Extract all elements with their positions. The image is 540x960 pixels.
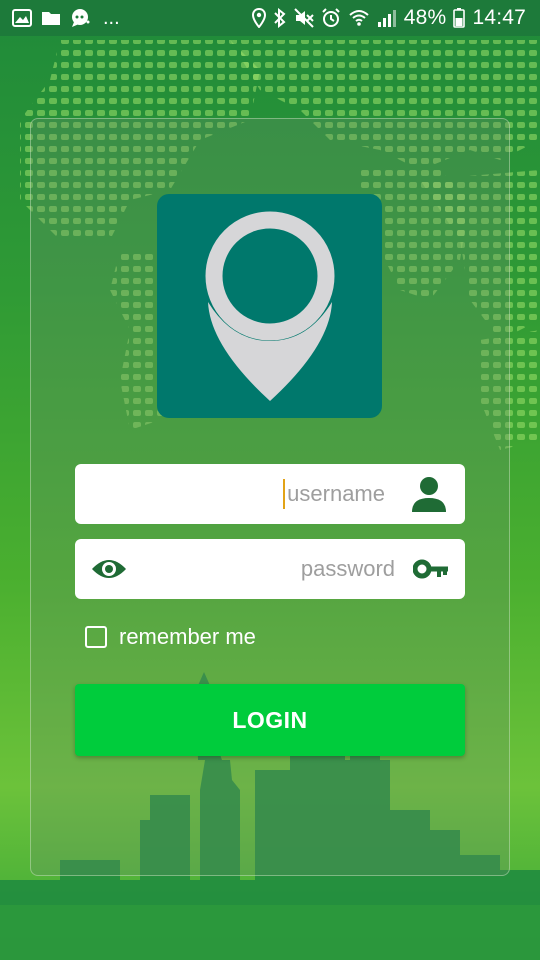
app-logo <box>157 194 382 418</box>
user-icon <box>409 474 449 514</box>
wifi-icon <box>348 8 370 28</box>
status-bar-right: 48% 14:47 <box>251 6 526 30</box>
password-field[interactable] <box>75 539 465 599</box>
remember-me-label: remember me <box>119 624 256 649</box>
username-field[interactable] <box>75 464 465 524</box>
map-pin-icon <box>205 211 334 401</box>
show-password-icon[interactable] <box>91 557 127 581</box>
password-input[interactable] <box>143 539 397 599</box>
remember-me[interactable]: remember me <box>85 624 256 650</box>
remember-me-checkbox[interactable] <box>85 626 107 648</box>
alarm-icon <box>321 8 341 28</box>
signal-icon <box>377 8 397 28</box>
status-bar: ... 48% 14:47 <box>0 0 540 36</box>
location-icon <box>251 8 266 28</box>
username-input[interactable] <box>95 464 387 524</box>
battery-icon <box>453 8 466 28</box>
text-cursor <box>283 479 285 509</box>
folder-icon <box>41 9 61 27</box>
chat-icon <box>70 8 92 28</box>
clock: 14:47 <box>472 6 526 29</box>
gallery-icon <box>12 9 32 27</box>
mute-icon <box>294 8 314 28</box>
login-button[interactable]: LOGIN <box>75 684 465 756</box>
more-notifications-indicator: ... <box>103 6 120 29</box>
bluetooth-icon <box>273 8 287 28</box>
battery-percent: 48% <box>403 6 447 29</box>
key-icon <box>413 557 449 581</box>
status-bar-left: ... <box>12 7 120 30</box>
